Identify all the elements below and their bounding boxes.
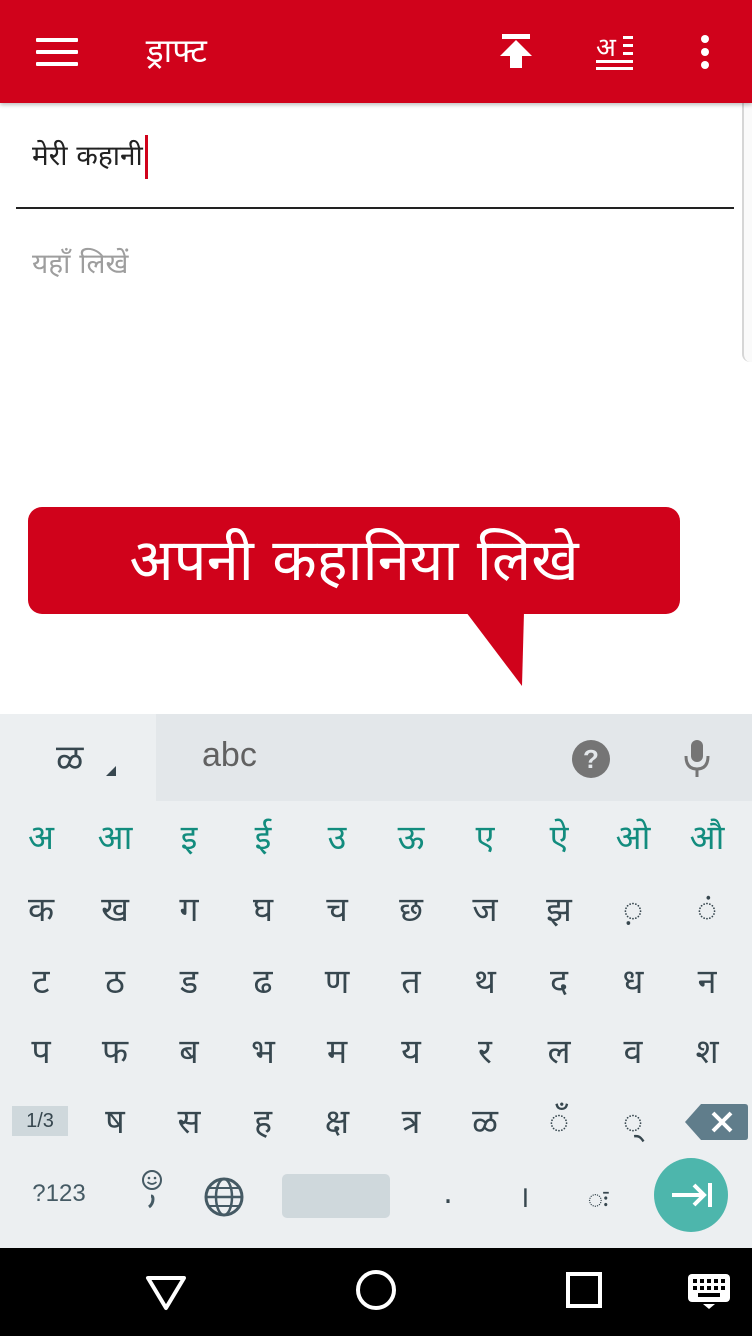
page-indicator-key[interactable]: 1/3: [12, 1106, 68, 1136]
enter-key[interactable]: [654, 1158, 728, 1232]
story-title-input[interactable]: मेरी कहानी: [32, 132, 722, 180]
consonant-key[interactable]: द: [522, 950, 596, 1014]
danda-key[interactable]: ।: [500, 1174, 548, 1222]
consonant-key[interactable]: भ: [226, 1020, 300, 1084]
visarga-key[interactable]: ◌ः: [574, 1176, 622, 1224]
keyboard-switch-icon[interactable]: [686, 1272, 732, 1310]
svg-text:अ: अ: [596, 33, 617, 63]
suggestion-strip: abc ?: [156, 714, 752, 801]
text-cursor: [144, 135, 148, 179]
keyboard-top-bar: ळ abc ?: [0, 714, 752, 801]
story-body-input[interactable]: यहाँ लिखें: [32, 240, 722, 288]
tab-arrow-icon: [672, 1183, 712, 1207]
consonant-key[interactable]: व: [596, 1020, 670, 1084]
consonant-key[interactable]: छ: [374, 878, 448, 942]
consonant-key[interactable]: ढ: [226, 950, 300, 1014]
consonant-key[interactable]: झ: [522, 878, 596, 942]
consonant-key[interactable]: ध: [596, 950, 670, 1014]
vowel-key[interactable]: आ: [78, 806, 152, 870]
vowel-key[interactable]: ओ: [596, 806, 670, 870]
consonant-key[interactable]: न: [670, 950, 744, 1014]
vowel-key[interactable]: उ: [300, 806, 374, 870]
consonant-key[interactable]: ह: [226, 1090, 300, 1154]
more-vert-icon[interactable]: [690, 32, 720, 72]
story-title-text: मेरी कहानी: [32, 139, 143, 172]
consonant-key[interactable]: प: [4, 1020, 78, 1084]
space-bar[interactable]: [282, 1174, 390, 1218]
consonant-key[interactable]: ख: [78, 878, 152, 942]
period-key[interactable]: .: [424, 1174, 472, 1222]
consonant-key[interactable]: ग: [152, 878, 226, 942]
help-icon[interactable]: ?: [572, 740, 610, 778]
consonant-key[interactable]: स: [152, 1090, 226, 1154]
consonant-key[interactable]: ◌्: [596, 1090, 670, 1154]
menu-icon[interactable]: [36, 38, 78, 66]
corner-triangle-icon: [106, 766, 116, 776]
consonant-key[interactable]: ळ: [448, 1090, 522, 1154]
microphone-icon[interactable]: [682, 738, 712, 780]
consonant-key[interactable]: ब: [152, 1020, 226, 1084]
transliterate-icon[interactable]: अ: [594, 28, 640, 74]
vowel-key[interactable]: ई: [226, 806, 300, 870]
vowel-key[interactable]: अ: [4, 806, 78, 870]
consonant-key[interactable]: य: [374, 1020, 448, 1084]
vowel-key[interactable]: ऐ: [522, 806, 596, 870]
consonant-key[interactable]: फ: [78, 1020, 152, 1084]
upload-icon[interactable]: [496, 30, 536, 74]
symbols-key[interactable]: ?123: [14, 1174, 104, 1214]
vowel-key[interactable]: ए: [448, 806, 522, 870]
back-icon[interactable]: [144, 1270, 188, 1314]
vowel-key[interactable]: इ: [152, 806, 226, 870]
consonant-key[interactable]: ◌ं: [670, 878, 744, 942]
scroll-edge: [742, 92, 752, 362]
backspace-icon[interactable]: [683, 1102, 749, 1142]
consonant-key[interactable]: च: [300, 878, 374, 942]
consonant-key[interactable]: ण: [300, 950, 374, 1014]
emoji-comma-key[interactable]: [132, 1166, 172, 1222]
consonant-key[interactable]: ज: [448, 878, 522, 942]
consonant-key[interactable]: ◌़: [596, 878, 670, 942]
consonant-key[interactable]: ल: [522, 1020, 596, 1084]
consonant-key[interactable]: त: [374, 950, 448, 1014]
globe-icon[interactable]: [203, 1176, 245, 1218]
consonant-key[interactable]: ष: [78, 1090, 152, 1154]
consonant-key[interactable]: ठ: [78, 950, 152, 1014]
app-bar: ड्राफ्ट अ: [0, 0, 752, 103]
promo-callout-text: अपनी कहानिया लिखे: [129, 526, 579, 594]
consonant-key[interactable]: क्ष: [300, 1090, 374, 1154]
consonant-key[interactable]: म: [300, 1020, 374, 1084]
promo-callout: अपनी कहानिया लिखे: [28, 507, 680, 614]
vowel-key[interactable]: ऊ: [374, 806, 448, 870]
consonant-key[interactable]: श: [670, 1020, 744, 1084]
consonant-key[interactable]: त्र: [374, 1090, 448, 1154]
home-icon[interactable]: [354, 1268, 398, 1312]
consonant-key[interactable]: र: [448, 1020, 522, 1084]
consonant-key[interactable]: क: [4, 878, 78, 942]
consonant-key[interactable]: घ: [226, 878, 300, 942]
consonant-key[interactable]: ड: [152, 950, 226, 1014]
consonant-key[interactable]: ट: [4, 950, 78, 1014]
soft-keyboard: ळ abc ? अ आ इ ई उ ऊ ए ऐ ओ औ क ख ग घ च छ ज झ ◌़ ◌ं ट ठ ड ढ ण त थ द ध न…: [0, 714, 752, 1248]
system-nav-bar: [0, 1248, 752, 1336]
consonant-key[interactable]: ◌ँ: [522, 1090, 596, 1154]
language-switch-key[interactable]: ळ: [0, 714, 156, 801]
callout-tail: [466, 612, 524, 686]
recent-apps-icon[interactable]: [564, 1270, 604, 1310]
language-key-label: ळ: [56, 738, 84, 779]
vowel-key[interactable]: औ: [670, 806, 744, 870]
page-title: ड्राफ्ट: [146, 31, 207, 70]
suggestion-abc[interactable]: abc: [202, 736, 257, 775]
title-divider: [16, 207, 734, 209]
consonant-key[interactable]: थ: [448, 950, 522, 1014]
